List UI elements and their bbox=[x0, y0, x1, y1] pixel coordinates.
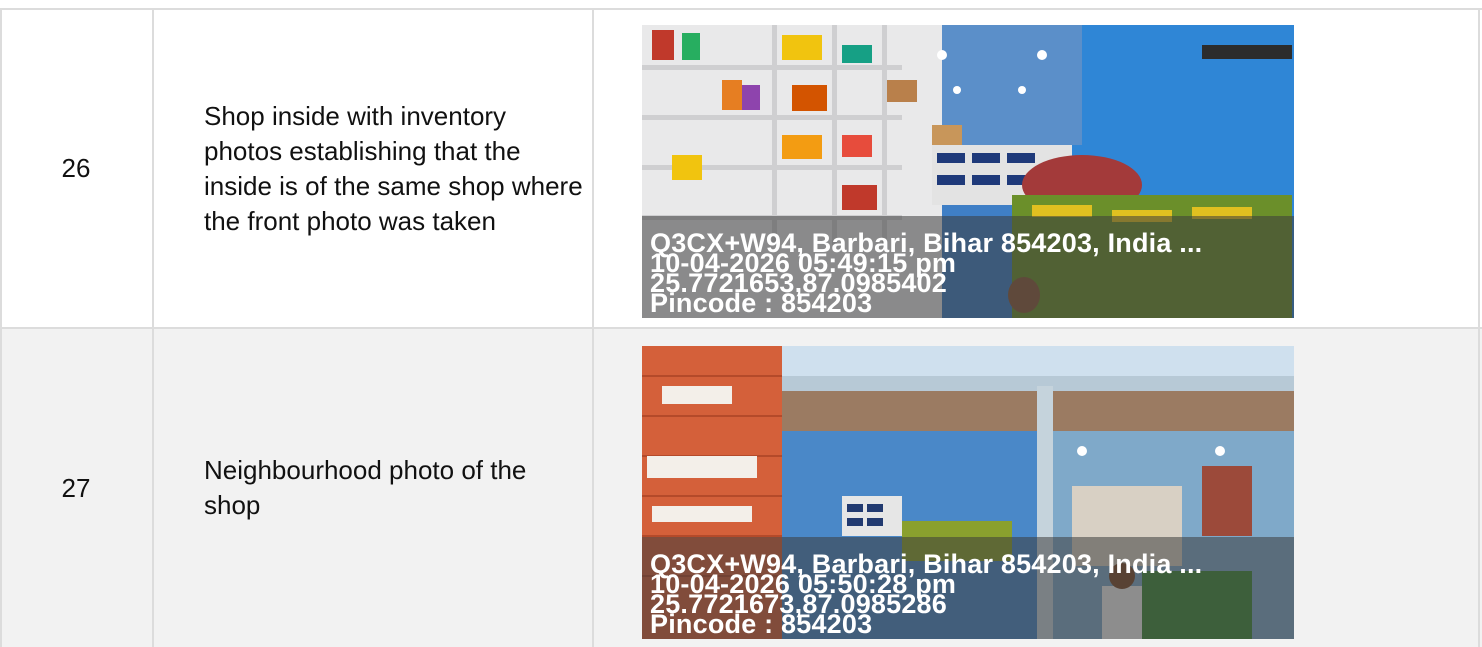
description-text: Neighbourhood photo of the shop bbox=[204, 455, 527, 520]
geotag-pincode: Pincode : 854203 bbox=[650, 609, 873, 639]
geotag-overlay: Q3CX+W94, Barbari, Bihar 854203, India .… bbox=[642, 216, 1294, 318]
row-description: Shop inside with inventory photos establ… bbox=[204, 8, 584, 329]
row-number: 27 bbox=[61, 472, 91, 503]
row-description: Neighbourhood photo of the shop bbox=[204, 329, 584, 647]
description-text: Shop inside with inventory photos establ… bbox=[204, 100, 583, 236]
neighbourhood-photo: Q3CX+W94, Barbari, Bihar 854203, India .… bbox=[642, 346, 1294, 639]
table-row: 27 Neighbourhood photo of the shop Q3CX+… bbox=[0, 329, 1482, 647]
row-number: 26 bbox=[61, 153, 91, 183]
geotag-pincode: Pincode : 854203 bbox=[650, 288, 873, 318]
column-divider bbox=[1478, 8, 1480, 647]
geotag-overlay: Q3CX+W94, Barbari, Bihar 854203, India .… bbox=[642, 537, 1294, 639]
row-divider bbox=[0, 327, 1482, 329]
column-divider bbox=[592, 8, 594, 647]
column-divider bbox=[0, 8, 2, 647]
evidence-table: 26 Shop inside with inventory photos est… bbox=[0, 8, 1482, 647]
table-border-top bbox=[0, 8, 1482, 10]
column-divider bbox=[152, 8, 154, 647]
table-row: 26 Shop inside with inventory photos est… bbox=[0, 8, 1482, 329]
shop-inside-photo: Q3CX+W94, Barbari, Bihar 854203, India .… bbox=[642, 25, 1294, 318]
